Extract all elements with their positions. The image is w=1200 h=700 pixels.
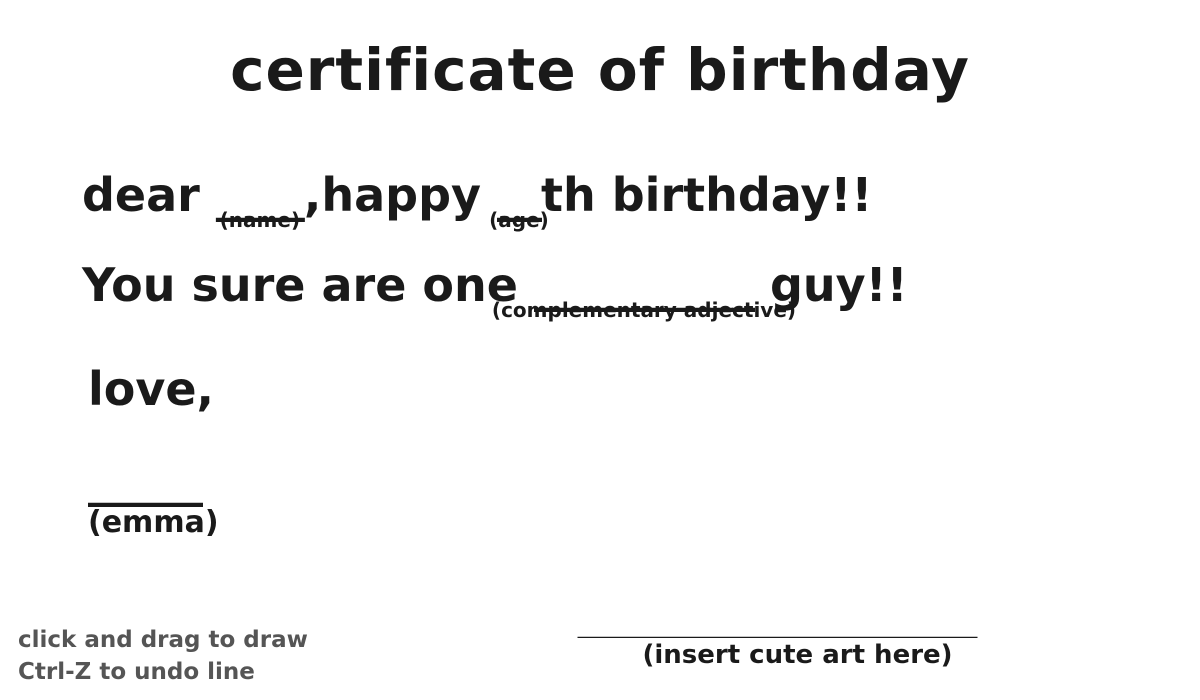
instructions-undo: Ctrl-Z to undo line [18, 659, 255, 685]
drawing-canvas[interactable]: certificate of birthday dear ____ (name)… [0, 0, 1200, 700]
certificate-title: certificate of birthday [230, 36, 970, 104]
greeting-line: dear ____ (name) ,happy __ (age) th birt… [82, 168, 873, 232]
name-hint: (name) [219, 208, 301, 232]
age-hint: (age) [489, 208, 549, 232]
compliment-text: You sure are one [82, 258, 518, 312]
name-blank: ____ (name) [215, 168, 305, 232]
art-blank: ____________________ [577, 598, 978, 638]
happy-text: ,happy [303, 168, 481, 222]
signature-hint: (emma) [88, 505, 219, 540]
dear-text: dear [82, 168, 200, 222]
love-line: love, [88, 362, 214, 416]
signature-blank: _____ [88, 453, 203, 507]
instructions-draw: click and drag to draw [18, 627, 308, 653]
age-blank: __ (age) [489, 168, 549, 232]
love-text: love, [88, 362, 215, 416]
art-block: ____________________ (insert cute art he… [525, 598, 1030, 672]
birthday-text: th birthday!! [541, 168, 873, 222]
adjective-hint: (complementary adjective) [491, 298, 797, 322]
adjective-blank: __________ (complementary adjective) [491, 258, 797, 322]
instructions: click and drag to draw Ctrl-Z to undo li… [18, 624, 308, 688]
compliment-line: You sure are one __________ (complementa… [82, 258, 908, 322]
art-hint: (insert cute art here) [642, 640, 953, 670]
signature-block: _____ (emma) [88, 455, 219, 541]
